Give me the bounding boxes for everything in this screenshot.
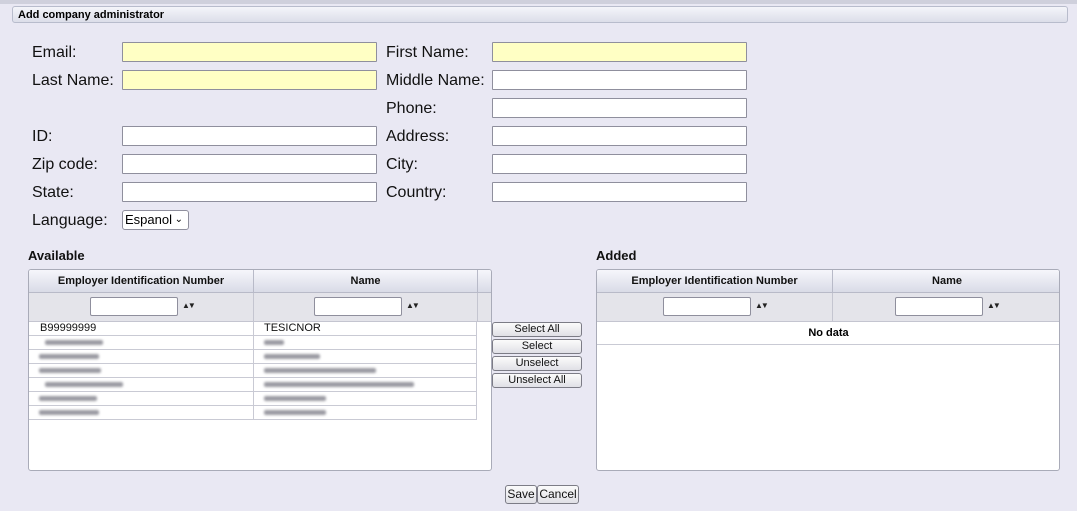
cancel-button[interactable]: Cancel [537,485,579,504]
table-row[interactable] [29,378,478,392]
redacted-text [39,354,99,359]
id-field[interactable] [122,126,377,146]
phone-label: Phone: [386,100,437,117]
header-spacer [478,270,491,292]
window-top-border [0,0,1077,4]
city-field[interactable] [492,154,747,174]
available-grid-header: Employer Identification Number Name [29,270,491,293]
added-filter-row: ▲▼ ▲▼ [597,293,1059,322]
redacted-text [45,382,123,387]
added-ein-filter[interactable] [663,297,751,316]
redacted-text [264,368,376,373]
phone-field[interactable] [492,98,747,118]
available-scrollbar[interactable] [476,322,491,420]
language-select[interactable]: Espanol ⌄ [122,210,189,230]
redacted-text [39,368,101,373]
table-row[interactable] [29,364,478,378]
redacted-text [264,410,326,415]
table-row[interactable] [29,336,478,350]
available-grid: Employer Identification Number Name ▲▼ ▲… [28,269,492,471]
language-select-value: Espanol [125,212,172,227]
email-label: Email: [32,44,77,61]
unselect-button[interactable]: Unselect [492,356,582,371]
added-title: Added [596,248,637,263]
id-label: ID: [32,128,53,145]
available-name-header[interactable]: Name [254,270,478,292]
available-name-filter[interactable] [314,297,402,316]
redacted-text [264,340,284,345]
name-cell: TESICNOR [254,322,478,335]
dialog-title: Add company administrator [12,6,1068,23]
first-name-label: First Name: [386,44,469,61]
table-row[interactable] [29,392,478,406]
unselect-all-button[interactable]: Unselect All [492,373,582,388]
table-row[interactable] [29,406,478,420]
available-filter-row: ▲▼ ▲▼ [29,293,491,322]
ein-cell: B99999999 [29,322,254,335]
added-grid-header: Employer Identification Number Name [597,270,1059,293]
last-name-label: Last Name: [32,72,114,89]
country-field[interactable] [492,182,747,202]
country-label: Country: [386,184,447,201]
redacted-text [39,396,97,401]
sort-arrows-icon[interactable]: ▲▼ [182,301,196,310]
zip-code-label: Zip code: [32,156,98,173]
select-all-button[interactable]: Select All [492,322,582,337]
table-row[interactable]: B99999999 TESICNOR [29,322,478,336]
first-name-field[interactable] [492,42,747,62]
redacted-text [264,396,326,401]
added-ein-header[interactable]: Employer Identification Number [597,270,833,292]
save-button[interactable]: Save [505,485,537,504]
address-field[interactable] [492,126,747,146]
middle-name-field[interactable] [492,70,747,90]
email-field[interactable] [122,42,377,62]
state-field[interactable] [122,182,377,202]
available-ein-header[interactable]: Employer Identification Number [29,270,254,292]
language-label: Language: [32,212,108,229]
added-empty-message: No data [597,322,1059,345]
sort-arrows-icon[interactable]: ▲▼ [987,301,1001,310]
added-name-header[interactable]: Name [833,270,1059,292]
state-label: State: [32,184,74,201]
redacted-text [264,354,320,359]
added-name-filter[interactable] [895,297,983,316]
sort-arrows-icon[interactable]: ▲▼ [406,301,420,310]
redacted-text [264,382,414,387]
available-title: Available [28,248,85,263]
table-row[interactable] [29,350,478,364]
redacted-text [39,410,99,415]
available-ein-filter[interactable] [90,297,178,316]
chevron-down-icon: ⌄ [174,214,183,225]
redacted-text [45,340,103,345]
address-label: Address: [386,128,450,145]
middle-name-label: Middle Name: [386,72,485,89]
zip-code-field[interactable] [122,154,377,174]
last-name-field[interactable] [122,70,377,90]
city-label: City: [386,156,418,173]
added-grid: Employer Identification Number Name ▲▼ ▲… [596,269,1060,471]
sort-arrows-icon[interactable]: ▲▼ [755,301,769,310]
select-button[interactable]: Select [492,339,582,354]
